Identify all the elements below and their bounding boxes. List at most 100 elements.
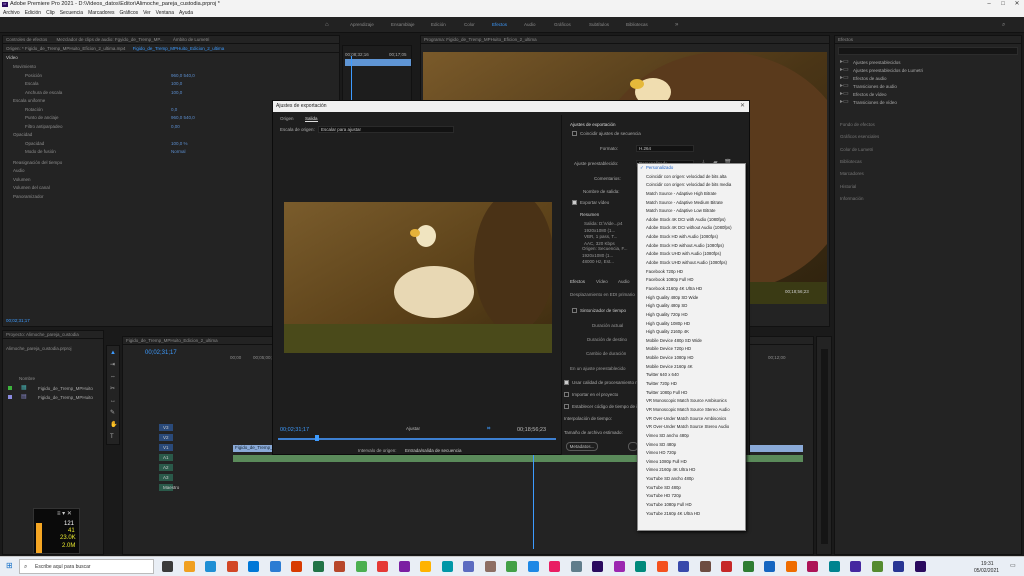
preset-dropdown-list[interactable]: PersonalizadoCoincidir con origen: veloc… — [637, 163, 746, 531]
workspace-tab-3[interactable]: Color — [464, 22, 475, 27]
taskbar-app-icon[interactable] — [162, 561, 173, 572]
export-video-checkbox[interactable] — [572, 200, 577, 205]
tab-lumetri-scopes[interactable]: Ámbito de Lumetri — [173, 37, 210, 42]
track-header[interactable]: A2 — [163, 465, 169, 470]
taskbar-app-icon[interactable] — [377, 561, 388, 572]
property-label[interactable]: Punto de anclaje — [25, 115, 59, 120]
taskbar-app-icon[interactable] — [269, 561, 281, 572]
property-label[interactable]: Audio — [13, 168, 25, 173]
tab-origin[interactable]: Origen — [280, 116, 294, 121]
subtab-effects[interactable]: Efectos — [570, 279, 585, 284]
taskbar-app-icon[interactable] — [871, 561, 883, 572]
property-label[interactable]: Escala — [25, 81, 39, 86]
preset-option[interactable]: Vimeo HD 720p — [638, 449, 745, 458]
property-label[interactable]: Volumen — [13, 177, 31, 182]
preset-option[interactable]: Coincidir con origen: velocidad de bits … — [638, 173, 745, 182]
effects-search-input[interactable] — [838, 47, 1018, 55]
menu-1[interactable]: Edición — [25, 10, 41, 16]
selection-tool-icon[interactable]: ▲ — [110, 350, 116, 356]
project-item-clip[interactable]: Figido_de_Tremp_MPHuito — [38, 395, 93, 400]
taskbar-app-icon[interactable] — [527, 561, 539, 572]
taskbar-app-icon[interactable] — [291, 561, 302, 572]
panel-section[interactable]: Color de Lumetri — [840, 147, 873, 152]
subtab-video[interactable]: Vídeo — [596, 279, 608, 284]
effects-folder[interactable]: Efectos de vídeo — [853, 92, 887, 97]
preset-option[interactable]: Facebook 1080p Full HD — [638, 276, 745, 285]
taskbar-app-icon[interactable] — [312, 561, 324, 572]
property-label[interactable]: Reasignación del tiempo — [13, 160, 62, 165]
track-select-tool-icon[interactable]: ⇥ — [110, 362, 115, 368]
panel-section[interactable]: Marcadores — [840, 171, 864, 176]
taskbar-app-icon[interactable] — [570, 561, 582, 572]
property-value[interactable]: 0,00 — [171, 124, 180, 129]
property-label[interactable]: Posición — [25, 73, 42, 78]
pen-tool-icon[interactable]: ✎ — [110, 410, 115, 416]
preset-option[interactable]: High Quality 2160p 4K — [638, 328, 745, 337]
source-clip-bar[interactable] — [345, 59, 411, 66]
preset-option[interactable]: Adobe Stock HD without Audio (1080fps) — [638, 242, 745, 251]
workspace-tab-5[interactable]: Audio — [524, 22, 536, 27]
dialog-close-button[interactable]: ✕ — [740, 101, 745, 112]
taskbar-app-icon[interactable] — [807, 561, 818, 572]
clip-name[interactable]: Figido_de_Tremp_MPHuito_Edicion_2_ultima — [133, 46, 225, 51]
taskbar-app-icon[interactable] — [226, 561, 238, 572]
workspace-tab-8[interactable]: Bibliotecas — [626, 22, 648, 27]
time-tuner-checkbox[interactable] — [572, 308, 577, 313]
export-scrubber[interactable] — [278, 438, 556, 440]
export-playhead[interactable] — [315, 435, 319, 441]
export-out-timecode[interactable]: 00;18;56;23 — [517, 427, 546, 433]
preset-option[interactable]: Adobe Stock UHD with Audio (1080fps) — [638, 250, 745, 259]
property-value[interactable]: Normal — [171, 149, 186, 154]
preset-option[interactable]: Personalizado — [638, 164, 745, 173]
taskbar-app-icon[interactable] — [334, 561, 345, 572]
minimize-button[interactable]: – — [982, 0, 996, 9]
import-project-checkbox[interactable] — [564, 392, 569, 397]
preset-option[interactable]: Adobe Stock 4K DCI without Audio (1080fp… — [638, 224, 745, 233]
taskbar-app-icon[interactable] — [850, 561, 861, 572]
taskbar-app-icon[interactable] — [893, 561, 904, 572]
property-label[interactable]: Anchura de escala — [25, 90, 62, 95]
taskbar-app-icon[interactable] — [656, 561, 668, 572]
taskbar-app-icon[interactable] — [678, 561, 689, 572]
taskbar-app-icon[interactable] — [785, 561, 797, 572]
property-value[interactable]: 100,0 — [171, 90, 182, 95]
preset-option[interactable]: High Quality 480p SD — [638, 302, 745, 311]
windows-start-icon[interactable]: ⊞ — [6, 562, 13, 570]
slip-tool-icon[interactable]: ↔ — [110, 398, 116, 404]
property-label[interactable]: Filtro antiparpadeo — [25, 124, 63, 129]
close-button[interactable]: ✕ — [1010, 0, 1024, 9]
preset-option[interactable]: Mobile Device 480p SD Wide — [638, 337, 745, 346]
subtab-audio[interactable]: Audio — [618, 279, 630, 284]
preset-option[interactable]: Vimeo SD ancho 480p — [638, 432, 745, 441]
workspace-tab-7[interactable]: Subtítulos — [589, 22, 609, 27]
taskbar-app-icon[interactable] — [549, 561, 560, 572]
track-header[interactable]: V3 — [163, 425, 169, 430]
preset-option[interactable]: YouTube SD ancho 480p — [638, 475, 745, 484]
preset-option[interactable]: YouTube HD 720p — [638, 492, 745, 501]
taskbar-app-icon[interactable] — [420, 561, 431, 572]
property-label[interactable]: Panoramizador — [13, 194, 44, 199]
project-item-sequence[interactable]: Figido_de_Tremp_MPHuito — [38, 386, 93, 391]
preset-option[interactable]: Twitter 720p HD — [638, 380, 745, 389]
track-header[interactable]: A3 — [163, 475, 169, 480]
search-icon[interactable]: ⌕ — [1002, 22, 1005, 28]
taskbar-search-input[interactable]: ⌕ Escribe aquí para buscar — [19, 559, 154, 574]
property-label[interactable]: Modo de fusión — [25, 149, 56, 154]
preset-option[interactable]: YouTube 1080p Full HD — [638, 501, 745, 510]
property-label[interactable]: Opacidad — [25, 141, 44, 146]
razor-tool-icon[interactable]: ✂ — [110, 386, 115, 392]
preset-option[interactable]: Vimeo 2160p 4K Ultra HD — [638, 466, 745, 475]
preset-option[interactable]: Facebook 720p HD — [638, 268, 745, 277]
fit-dropdown[interactable]: Ajustar — [406, 426, 420, 431]
preset-option[interactable]: Mobile Device 1080p HD — [638, 354, 745, 363]
preset-option[interactable]: VR Over-Under Match Source Ambisonics — [638, 415, 745, 424]
preset-option[interactable]: Coincidir con origen: velocidad de bits … — [638, 181, 745, 190]
preset-option[interactable]: Match Source - Adaptive Low Bitrate — [638, 207, 745, 216]
notification-icon[interactable]: ▭ — [1010, 563, 1016, 569]
tab-output[interactable]: Salida — [305, 116, 318, 122]
preset-option[interactable]: High Quality 1080p HD — [638, 320, 745, 329]
preset-option[interactable]: Match Source - Adaptive High Bitrate — [638, 190, 745, 199]
taskbar-app-icon[interactable] — [248, 561, 259, 572]
overlay-menu-icon[interactable]: ≡ ▾ ✕ — [57, 511, 72, 517]
taskbar-app-icon[interactable] — [183, 561, 195, 572]
